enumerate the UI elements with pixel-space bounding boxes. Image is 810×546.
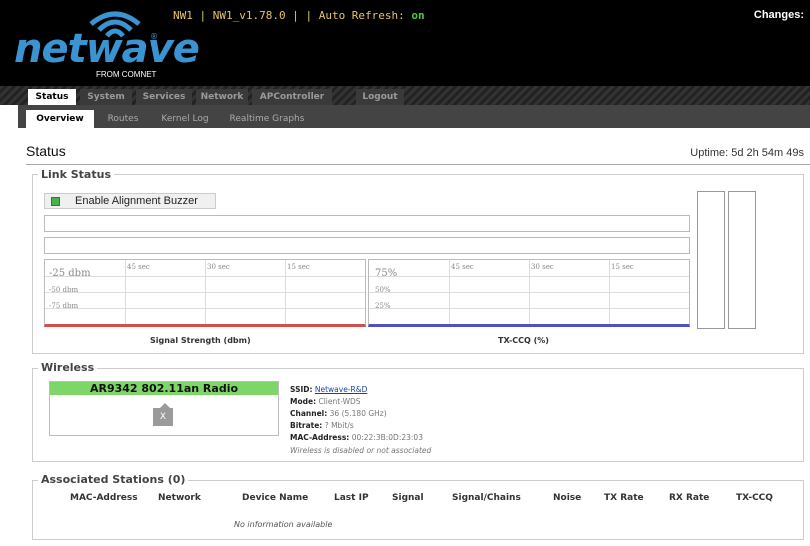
column-header-mac: MAC-Address <box>70 493 138 503</box>
status-note-a: Wireless is disabled <box>290 446 365 455</box>
radio-card: AR9342 802.11an Radio X <box>49 381 279 436</box>
link-status-legend: Link Status <box>38 168 114 181</box>
column-header-noise: Noise <box>553 493 582 503</box>
mode-value: Client-WDS <box>318 397 361 406</box>
mac-label: MAC-Address: <box>290 433 350 442</box>
time-tick-label: 45 sec <box>127 263 150 271</box>
time-tick-label: 15 sec <box>287 263 310 271</box>
signal-bar-field <box>44 215 690 232</box>
title-divider <box>26 164 810 165</box>
page-title: Status <box>26 143 66 159</box>
wireless-status-note: Wireless is disabled or not associated <box>290 446 431 455</box>
column-header-last-ip: Last IP <box>334 493 369 503</box>
grid-line <box>369 276 689 277</box>
time-tick-label: 30 sec <box>531 263 554 271</box>
column-header-rx-rate: RX Rate <box>669 493 710 503</box>
enable-alignment-buzzer-button[interactable]: Enable Alignment Buzzer <box>44 193 216 209</box>
grid-line <box>369 292 689 293</box>
subtab-realtime-graphs[interactable]: Realtime Graphs <box>222 110 312 128</box>
mac-value: 00:22:3B:0D:23:03 <box>351 433 423 442</box>
logo-subtitle: FROM COMNET <box>96 70 157 79</box>
tx-ccq-graph: 45 sec 30 sec 15 sec 75% 50% 25% <box>368 259 690 327</box>
tab-apcontroller[interactable]: APController <box>252 89 332 105</box>
status-note-mid: or <box>366 446 375 455</box>
logo-text: netwave <box>14 26 200 72</box>
tab-network[interactable]: Network <box>196 89 248 105</box>
tab-status[interactable]: Status <box>28 89 76 105</box>
level-label: 50% <box>375 286 391 294</box>
level-label: 25% <box>375 302 391 310</box>
grid-line <box>45 292 365 293</box>
x-button[interactable]: X <box>153 408 173 426</box>
channel-value: 36 (5.180 GHz) <box>329 409 387 418</box>
signal-graph-caption: Signal Strength (dbm) <box>150 336 251 345</box>
current-ccq-label: 75% <box>375 268 398 279</box>
ssid-label: SSID: <box>290 385 313 394</box>
level-label: -50 dbm <box>49 286 79 294</box>
column-header-signal: Signal <box>392 493 424 503</box>
ssid-link[interactable]: Netwave-R&D <box>315 385 368 394</box>
tab-logout[interactable]: Logout <box>356 89 404 105</box>
bitrate-label: Bitrate: <box>290 421 323 430</box>
uptime-text: Uptime: 5d 2h 54m 49s <box>690 147 804 159</box>
firmware-status: NW1 | NW1_v1.78.0 | | Auto Refresh: on <box>173 9 425 22</box>
tab-system[interactable]: System <box>80 89 132 105</box>
subtab-routes[interactable]: Routes <box>98 110 148 128</box>
time-tick-label: 30 sec <box>207 263 230 271</box>
wireless-legend: Wireless <box>38 361 98 374</box>
firmware-text: NW1 | NW1_v1.78.0 | | Auto Refresh: <box>173 9 412 22</box>
signal-level-bar <box>697 191 725 329</box>
main-tab-bar: Status System Services Network APControl… <box>0 86 810 105</box>
no-stations-message: No information available <box>234 520 333 529</box>
time-tick-label: 45 sec <box>451 263 474 271</box>
ssid-row: SSID: Netwave-R&D <box>290 385 367 394</box>
mac-row: MAC-Address: 00:22:3B:0D:23:03 <box>290 433 423 442</box>
registered-mark: ® <box>150 32 158 41</box>
channel-label: Channel: <box>290 409 328 418</box>
current-signal-label: -25 dbm <box>49 268 91 279</box>
level-label: -75 dbm <box>49 302 79 310</box>
mode-label: Mode: <box>290 397 317 406</box>
status-note-b: not associated <box>376 446 432 455</box>
ccq-bar-field <box>44 237 690 254</box>
mode-row: Mode: Client-WDS <box>290 397 361 406</box>
column-header-device-name: Device Name <box>242 493 309 503</box>
column-header-tx-rate: TX Rate <box>604 493 644 503</box>
column-header-signal-chains: Signal/Chains <box>452 493 521 503</box>
header: netwave ® FROM COMNET NW1 | NW1_v1.78.0 … <box>0 0 810 86</box>
column-header-tx-ccq: TX-CCQ <box>736 493 773 503</box>
column-header-network: Network <box>158 493 201 503</box>
associated-stations-section <box>32 480 804 540</box>
channel-row: Channel: 36 (5.180 GHz) <box>290 409 387 418</box>
time-tick-label: 15 sec <box>611 263 634 271</box>
tab-services[interactable]: Services <box>136 89 192 105</box>
grid-line <box>369 308 689 309</box>
grid-line <box>45 276 365 277</box>
ccq-level-bar <box>728 191 756 329</box>
bitrate-row: Bitrate: ? Mbit/s <box>290 421 354 430</box>
buzzer-button-label: Enable Alignment Buzzer <box>75 195 198 207</box>
auto-refresh-toggle[interactable]: on <box>411 9 424 22</box>
ccq-graph-caption: TX-CCQ (%) <box>498 336 549 345</box>
play-icon <box>51 197 60 206</box>
changes-link[interactable]: Changes: <box>754 9 804 21</box>
sub-tab-bar: Overview Routes Kernel Log Realtime Grap… <box>18 105 810 128</box>
grid-line <box>45 308 365 309</box>
radio-name: AR9342 802.11an Radio <box>50 382 278 395</box>
stations-legend: Associated Stations (0) <box>38 473 189 486</box>
signal-strength-graph: 45 sec 30 sec 15 sec -25 dbm -50 dbm -75… <box>44 259 366 327</box>
router-status-page: netwave ® FROM COMNET NW1 | NW1_v1.78.0 … <box>0 0 810 546</box>
subtab-overview[interactable]: Overview <box>26 110 94 128</box>
subtab-kernel-log[interactable]: Kernel Log <box>152 110 218 128</box>
bitrate-value: ? Mbit/s <box>324 421 354 430</box>
